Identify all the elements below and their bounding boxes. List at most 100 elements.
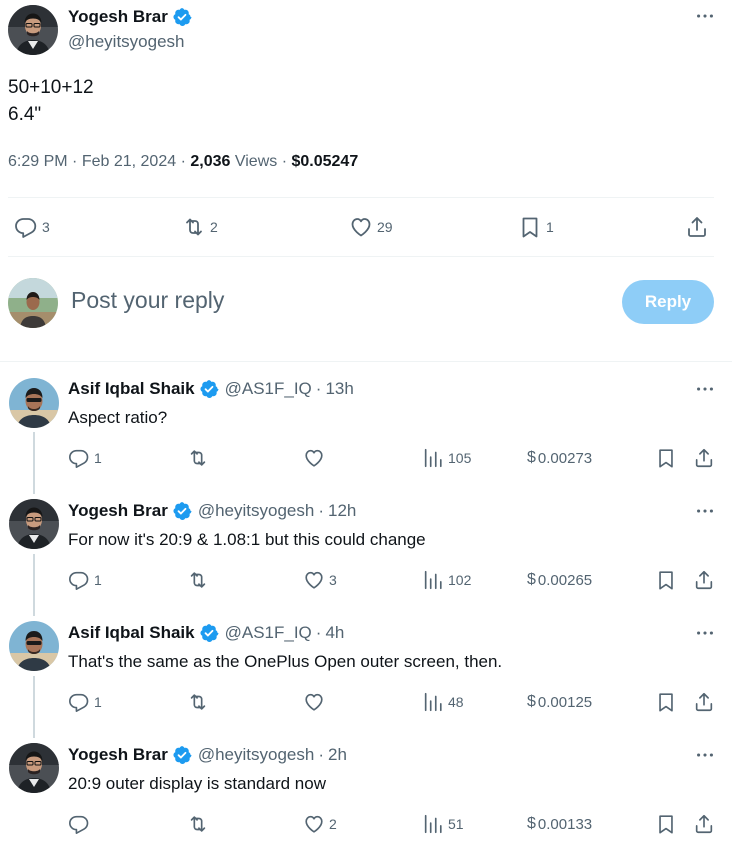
retweet-button[interactable] [187, 691, 209, 713]
verified-badge-icon [199, 379, 219, 399]
share-button[interactable] [693, 813, 715, 835]
share-button[interactable] [693, 569, 715, 591]
reply-count: 1 [94, 450, 102, 466]
share-button[interactable] [693, 447, 715, 469]
bookmark-button[interactable] [655, 813, 677, 835]
price-value: 0.00125 [537, 693, 593, 711]
retweet-icon [187, 447, 209, 469]
reply-avatar[interactable] [9, 499, 59, 549]
reply-age[interactable]: 12h [328, 501, 356, 521]
retweet-button[interactable]: 2 [182, 215, 218, 239]
price-value: 0.00273 [537, 449, 593, 467]
author-handle[interactable]: @heyitsyogesh [68, 32, 185, 52]
retweet-button[interactable] [187, 813, 209, 835]
divider [8, 197, 714, 198]
like-button[interactable] [303, 447, 325, 469]
reply-author-name[interactable]: Yogesh Brar [68, 501, 168, 521]
verified-badge-icon [172, 7, 192, 27]
bookmark-icon [655, 447, 677, 469]
views-button[interactable]: 105 [422, 447, 471, 469]
more-options-icon[interactable] [693, 623, 717, 643]
price-value: 0.00265 [537, 571, 593, 589]
tweet-date[interactable]: Feb 21, 2024 [82, 153, 176, 170]
retweet-button[interactable] [187, 447, 209, 469]
meta-separator: · [72, 153, 82, 170]
reply-author-name[interactable]: Yogesh Brar [68, 745, 168, 765]
reply-button[interactable]: 1 [68, 569, 102, 591]
bookmark-icon [655, 691, 677, 713]
current-user-avatar[interactable] [8, 278, 58, 328]
retweet-icon [187, 813, 209, 835]
reply-age[interactable]: 4h [325, 623, 344, 643]
reply-author-handle[interactable]: @AS1F_IQ [225, 623, 312, 643]
price-symbol: $ [527, 693, 536, 710]
reply-button[interactable]: 1 [68, 691, 102, 713]
author-name[interactable]: Yogesh Brar [68, 7, 168, 27]
reply-author-name[interactable]: Asif Iqbal Shaik [68, 379, 195, 399]
reply-submit-button[interactable]: Reply [622, 280, 714, 324]
reply-header: Yogesh Brar @heyitsyogesh · 2h [68, 744, 347, 766]
reply-avatar[interactable] [9, 743, 59, 793]
reply-age[interactable]: 2h [328, 745, 347, 765]
views-button[interactable]: 51 [422, 813, 464, 835]
bookmark-button[interactable] [655, 447, 677, 469]
author-name-row[interactable]: Yogesh Brar [68, 6, 192, 28]
author-avatar[interactable] [8, 5, 58, 55]
reply-author-handle[interactable]: @heyitsyogesh [198, 745, 315, 765]
reply-count: 3 [42, 219, 50, 235]
meta-separator: · [180, 153, 191, 170]
views-icon [422, 447, 444, 469]
reply-author-handle[interactable]: @heyitsyogesh [198, 501, 315, 521]
retweet-button[interactable] [187, 569, 209, 591]
reply-text: 20:9 outer display is standard now [68, 774, 326, 793]
reply-input[interactable]: Post your reply [71, 287, 224, 314]
like-icon [303, 447, 325, 469]
like-button[interactable]: 2 [303, 813, 337, 835]
price-symbol: $ [527, 571, 536, 588]
more-options-icon[interactable] [693, 379, 717, 399]
views-button[interactable]: 48 [422, 691, 464, 713]
like-button[interactable]: 29 [349, 215, 393, 239]
like-button[interactable] [303, 691, 325, 713]
more-options-icon[interactable] [693, 745, 717, 765]
reply-age[interactable]: 13h [325, 379, 353, 399]
views-count: 102 [448, 572, 472, 588]
tweet-time[interactable]: 6:29 PM [8, 153, 68, 170]
reply-avatar[interactable] [9, 378, 59, 428]
retweet-count: 2 [210, 219, 218, 235]
reply-price: $ 0.00273 [527, 449, 592, 467]
like-icon [349, 215, 373, 239]
like-button[interactable]: 3 [303, 569, 337, 591]
share-button[interactable] [693, 691, 715, 713]
verified-badge-icon [172, 501, 192, 521]
reply-author-name[interactable]: Asif Iqbal Shaik [68, 623, 195, 643]
bookmark-button[interactable] [655, 691, 677, 713]
more-options-icon[interactable] [693, 501, 717, 521]
share-icon [693, 813, 715, 835]
meta-separator: · [315, 623, 322, 642]
bookmark-button[interactable]: 1 [518, 215, 554, 239]
reply-price: $ 0.00133 [527, 815, 592, 833]
bookmark-button[interactable] [655, 569, 677, 591]
views-label: Views [234, 153, 278, 170]
retweet-icon [187, 691, 209, 713]
bookmark-icon [655, 813, 677, 835]
reply-price: $ 0.00265 [527, 571, 592, 589]
more-options-icon[interactable] [693, 6, 717, 26]
views-icon [422, 569, 444, 591]
bookmark-icon [518, 215, 542, 239]
reply-avatar[interactable] [9, 621, 59, 671]
share-button[interactable] [685, 215, 709, 239]
views-button[interactable]: 102 [422, 569, 471, 591]
reply-price: $ 0.00125 [527, 693, 592, 711]
retweet-icon [187, 569, 209, 591]
price-value: $0.05247 [291, 153, 359, 170]
reply-button[interactable] [68, 813, 90, 835]
thread-line [33, 554, 35, 616]
reply-button[interactable]: 1 [68, 447, 102, 469]
reply-header: Yogesh Brar @heyitsyogesh · 12h [68, 500, 356, 522]
reply-icon [68, 447, 90, 469]
like-count: 29 [377, 219, 393, 235]
reply-button[interactable]: 3 [14, 215, 50, 239]
reply-author-handle[interactable]: @AS1F_IQ [225, 379, 312, 399]
